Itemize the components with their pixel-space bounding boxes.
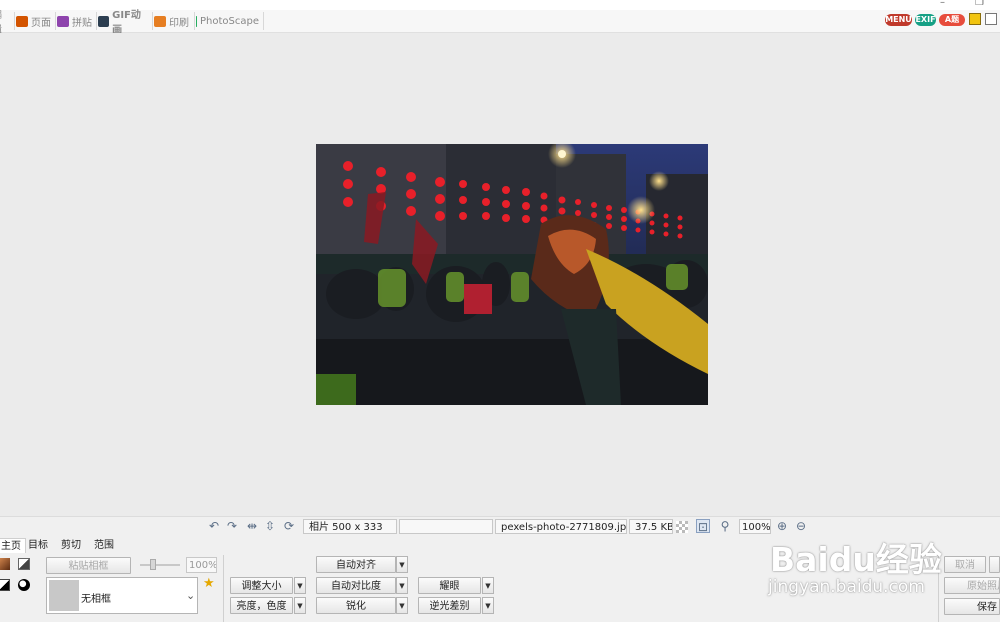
opacity-slider-handle[interactable] (150, 559, 156, 570)
exif-button[interactable]: EXIF (915, 14, 936, 26)
sharpen-dropdown[interactable]: ▼ (396, 597, 408, 614)
zoom-level-readout: 100% (739, 519, 771, 534)
tab-label: 编辑 (0, 6, 10, 36)
print-icon (154, 15, 166, 27)
tab-home[interactable]: 主页 (0, 538, 26, 554)
module-tab-bar: 编辑 页面 拼贴 GIF动画 印刷 PhotoScape MENU EXIF A… (0, 10, 1000, 36)
chevron-down-icon: ⌄ (186, 589, 196, 602)
frame-style-icon[interactable] (18, 558, 30, 570)
round-frame-icon[interactable] (18, 579, 30, 591)
title-bar: – ❐ (0, 0, 1000, 10)
tab-label: 印刷 (169, 17, 189, 29)
filename-readout: pexels-photo-2771809.jpg (495, 519, 627, 534)
transparency-icon[interactable] (676, 521, 688, 533)
watermark-brand: Baidu经验 (770, 540, 942, 579)
frame-select-value: 无相框 (81, 594, 111, 605)
zoom-in-icon[interactable]: ⊕ (775, 519, 789, 533)
invert-icon[interactable] (0, 579, 10, 591)
cancel-side-button[interactable] (989, 556, 1000, 573)
tab-label: 页面 (31, 17, 51, 29)
brightness-color-button[interactable]: 亮度，色度 (230, 597, 293, 614)
tab-region[interactable]: 范围 (90, 538, 118, 553)
auto-contrast-dropdown[interactable]: ▼ (396, 577, 408, 594)
resize-dropdown[interactable]: ▼ (294, 577, 306, 594)
zoom-actual-icon[interactable]: ⚲ (718, 519, 732, 533)
bloom-dropdown[interactable]: ▼ (482, 577, 494, 594)
brightness-dropdown[interactable]: ▼ (294, 597, 306, 614)
frame-select[interactable]: 无相框 ⌄ (46, 577, 198, 614)
status-empty-field (399, 519, 493, 534)
watermark-url: jingyan.baidu.com (768, 577, 925, 597)
gif-icon (98, 15, 110, 27)
save-button[interactable]: 保存 (944, 598, 1000, 615)
fit-width-icon[interactable]: ⇹ (245, 519, 259, 533)
bloom-button[interactable]: 耀眼 (418, 577, 481, 594)
tab-label: GIF动画 (112, 10, 141, 36)
auto-level-button[interactable]: 自动对齐 (316, 556, 396, 573)
fit-height-icon[interactable]: ⇳ (263, 519, 277, 533)
auto-level-dropdown[interactable]: ▼ (396, 556, 408, 573)
tab-gif[interactable]: GIF动画 (98, 10, 153, 36)
sharpen-button[interactable]: 锐化 (316, 597, 396, 614)
copy-icon[interactable] (985, 13, 997, 25)
minimize-button[interactable]: – (940, 0, 945, 8)
panel-divider (223, 555, 224, 622)
filesize-readout: 37.5 KB (629, 519, 673, 534)
opacity-slider[interactable] (140, 564, 180, 566)
home-icon[interactable] (969, 13, 981, 25)
frame-preview-thumb (49, 580, 79, 611)
zoom-out-icon[interactable]: ⊖ (794, 519, 808, 533)
combine-icon (57, 15, 69, 27)
redo-icon[interactable]: ↷ (225, 519, 239, 533)
photo-size-readout: 相片 500 x 333 (303, 519, 397, 534)
tab-combine[interactable]: 拼贴 (57, 12, 97, 30)
tab-page[interactable]: 页面 (16, 12, 56, 30)
auto-contrast-button[interactable]: 自动对比度 (316, 577, 396, 594)
photoscape-icon (196, 15, 197, 27)
menu-button[interactable]: MENU (885, 14, 912, 26)
photo-image[interactable] (316, 144, 708, 405)
paste-frame-button[interactable]: 粘贴相框 (46, 557, 131, 574)
undo-icon[interactable]: ↶ (207, 519, 221, 533)
tab-crop[interactable]: 剪切 (57, 538, 85, 553)
tab-photoscape[interactable]: PhotoScape (196, 12, 264, 30)
text-button[interactable]: A题 (939, 14, 965, 26)
star-icon[interactable]: ★ (203, 576, 215, 591)
restore-button[interactable]: ❐ (975, 0, 984, 8)
tab-object[interactable]: 目标 (24, 538, 52, 553)
tab-label: 拼贴 (72, 17, 92, 29)
frame-color-icon[interactable] (0, 558, 10, 570)
tab-print[interactable]: 印刷 (154, 12, 195, 30)
photo-image-drawing (316, 144, 708, 405)
tab-editor[interactable]: 编辑 (0, 10, 15, 36)
cancel-button[interactable]: 取消 (944, 556, 986, 573)
opacity-value[interactable]: 100% (186, 557, 217, 573)
tab-label: PhotoScape (200, 15, 259, 27)
resize-button[interactable]: 调整大小 (230, 577, 293, 594)
page-icon (16, 15, 28, 27)
backlight-dropdown[interactable]: ▼ (482, 597, 494, 614)
backlight-button[interactable]: 逆光差别 (418, 597, 481, 614)
original-photo-button[interactable]: 原始照片 (944, 577, 1000, 594)
rotate-icon[interactable]: ⟳ (282, 519, 296, 533)
zoom-fit-icon[interactable]: ⊡ (696, 519, 710, 534)
